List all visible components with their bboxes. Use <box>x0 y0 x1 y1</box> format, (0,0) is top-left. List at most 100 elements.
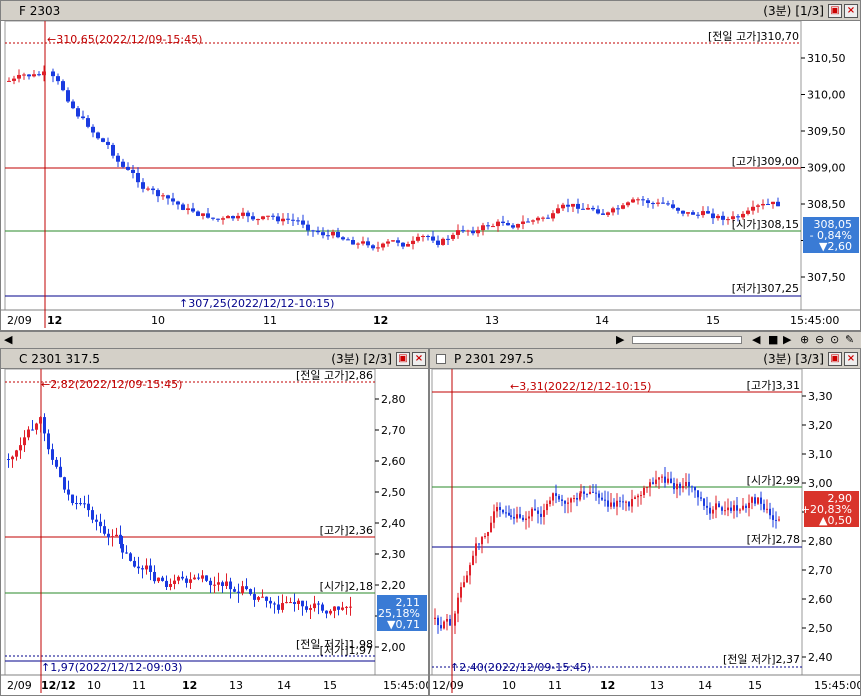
x-tick-label: 11 <box>263 314 277 327</box>
y-tick-label: 2,80 <box>808 535 833 548</box>
candle-body <box>679 483 681 489</box>
max-price-annotation: ←3,31(2022/12/12-10:15) <box>510 380 651 393</box>
candle-body <box>47 433 50 450</box>
candle-body <box>576 203 580 209</box>
futures-page: [1/3] <box>795 3 824 18</box>
candle-body <box>86 118 90 127</box>
candle-body <box>469 565 471 576</box>
candle-body <box>206 213 210 218</box>
futures-titlebar: F 2303 (3분) [1/3] ▣ × <box>1 1 860 21</box>
candle-body <box>91 510 94 520</box>
wrench-icon[interactable]: ✎ <box>845 333 854 346</box>
candle-body <box>706 211 710 214</box>
candle-body <box>237 591 240 594</box>
min-price-annotation: ↑2,40(2022/12/09-15:45) <box>450 661 591 674</box>
scroll-left-icon[interactable]: ◀ <box>4 333 12 346</box>
x-tick-label: 14 <box>277 679 291 692</box>
candle-body <box>341 607 344 610</box>
stop-icon[interactable]: ■ <box>768 333 778 346</box>
candle-body <box>682 486 684 489</box>
candle-body <box>540 513 542 517</box>
futures-candle-chart[interactable]: 310,50310,00309,50309,00308,50308,00307,… <box>1 21 860 330</box>
reset-icon[interactable]: ⊙ <box>830 333 839 346</box>
candle-body <box>87 503 90 511</box>
candle-body <box>451 234 455 239</box>
candle-body <box>551 213 555 219</box>
candle-body <box>487 532 489 536</box>
candle-body <box>712 509 714 514</box>
y-tick-label: 3,00 <box>808 477 833 490</box>
zoom-out-icon[interactable]: ⊖ <box>815 333 824 346</box>
candle-body <box>611 208 615 213</box>
close-icon[interactable]: × <box>412 351 426 366</box>
checkbox-icon[interactable] <box>436 353 446 364</box>
restore-icon[interactable]: ▣ <box>828 351 842 366</box>
candle-body <box>760 497 762 504</box>
candle-body <box>121 161 125 167</box>
candle-body <box>595 492 597 494</box>
candle-body <box>531 220 535 222</box>
candle-body <box>555 493 557 496</box>
candle-body <box>293 602 296 604</box>
candle-body <box>173 580 176 585</box>
candle-body <box>651 203 655 205</box>
candle-body <box>371 245 375 249</box>
x-tick-label: 10 <box>87 679 101 692</box>
candle-body <box>285 602 288 604</box>
candle-body <box>331 231 335 236</box>
candle-body <box>571 203 575 207</box>
close-icon[interactable]: × <box>844 351 858 366</box>
zoom-slider[interactable] <box>632 336 742 344</box>
play-icon[interactable]: ◀ <box>752 333 760 346</box>
candle-body <box>573 497 575 499</box>
candle-body <box>510 515 512 517</box>
candle-body <box>484 535 486 538</box>
high-label: [고가]3,31 <box>747 379 800 392</box>
candle-body <box>646 486 648 488</box>
y-tick-label: 310,00 <box>807 89 846 102</box>
candle-body <box>229 581 232 590</box>
x-tick-label: 2/09 <box>7 679 32 692</box>
candle-body <box>476 230 480 234</box>
close-icon[interactable]: × <box>844 3 858 18</box>
futures-period: (3분) <box>763 4 792 18</box>
candle-body <box>416 236 420 241</box>
candle-body <box>126 166 130 170</box>
candle-body <box>276 216 280 222</box>
restore-icon[interactable]: ▣ <box>828 3 842 18</box>
plot-area <box>431 369 803 676</box>
candle-body <box>486 225 490 227</box>
restore-icon[interactable]: ▣ <box>396 351 410 366</box>
candle-body <box>63 477 66 490</box>
candle-body <box>67 489 70 495</box>
high-label: [고가]309,00 <box>732 155 799 168</box>
low-label: [저가]307,25 <box>732 282 799 295</box>
candle-body <box>576 497 578 500</box>
candle-body <box>366 241 370 246</box>
put-candle-chart[interactable]: 3,303,203,103,002,902,802,702,602,502,40… <box>430 369 860 695</box>
candle-body <box>596 209 600 214</box>
scroll-right-icon[interactable]: ▶ <box>616 333 624 346</box>
x-tick-label: 14 <box>698 679 712 692</box>
candle-body <box>757 497 759 504</box>
candle-body <box>688 482 690 487</box>
chart-scrollbar[interactable]: ◀ ▶ ◀ ■ ▶ ⊕ ⊖ ⊙ ✎ <box>0 331 861 349</box>
zoom-in-icon[interactable]: ⊕ <box>800 333 809 346</box>
x-tick-label: 15:45:00 <box>383 679 428 692</box>
candle-body <box>537 510 539 514</box>
call-candle-chart[interactable]: 2,802,702,602,502,402,302,202,102,002/09… <box>1 369 428 695</box>
candle-body <box>772 515 774 520</box>
next-icon[interactable]: ▶ <box>783 333 791 346</box>
candle-body <box>186 208 190 210</box>
candle-body <box>549 500 551 504</box>
candle-body <box>96 132 100 139</box>
candle-body <box>189 579 192 583</box>
change-amount: ▲0,50 <box>819 514 852 527</box>
candle-body <box>676 207 680 211</box>
candle-body <box>221 582 224 586</box>
candle-body <box>664 476 666 483</box>
candle-body <box>337 606 340 610</box>
candle-body <box>81 116 85 119</box>
candle-body <box>146 188 150 190</box>
max-price-annotation: ←310,65(2022/12/09-15:45) <box>47 33 202 46</box>
